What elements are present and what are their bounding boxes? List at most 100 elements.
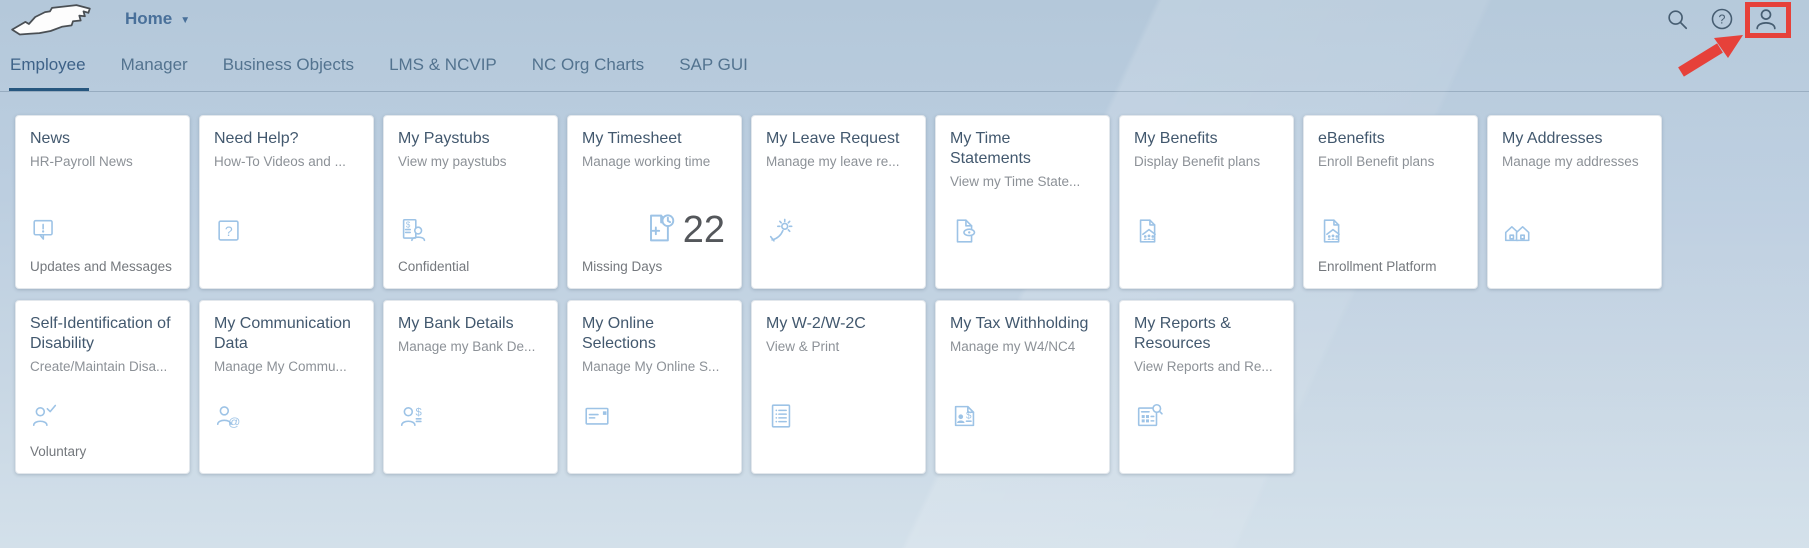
tile-subtitle: Manage My Online S... [582,358,727,376]
tile-body [950,191,1095,258]
tile-subtitle: View & Print [766,338,911,356]
tile-body: $ [398,171,543,258]
tile-row-1: News HR-Payroll News Updates and Message… [15,115,1794,289]
tile-title: My Online Selections [582,314,727,354]
tile-body [766,356,911,443]
tile-my-reports-resources[interactable]: My Reports & Resources View Reports and … [1119,300,1294,474]
tile-subtitle: Display Benefit plans [1134,153,1279,171]
tile-my-bank-details[interactable]: My Bank Details Manage my Bank De... $ [383,300,558,474]
tile-title: My Bank Details [398,314,543,334]
tile-title: My Addresses [1502,129,1647,149]
tile-footer: Updates and Messages [30,258,175,276]
tile-title: My Paystubs [398,129,543,149]
tile-my-online-selections[interactable]: My Online Selections Manage My Online S.… [567,300,742,474]
tile-title: My Tax Withholding [950,314,1095,334]
tile-my-paystubs[interactable]: My Paystubs View my paystubs $ Confident… [383,115,558,289]
benefits-family-icon [1318,216,1348,246]
tile-subtitle: Manage my leave re... [766,153,911,171]
tile-title: My W-2/W-2C [766,314,911,334]
tile-self-identification-of-disability[interactable]: Self-Identification of Disability Create… [15,300,190,474]
tile-body: ? [214,171,359,258]
person-check-icon [30,401,60,431]
tile-footer: Confidential [398,258,543,276]
tile-footer [214,258,359,276]
tile-my-timesheet[interactable]: My Timesheet Manage working time 22 Miss… [567,115,742,289]
nc-state-logo-icon [10,2,94,39]
tile-grid: News HR-Payroll News Updates and Message… [0,92,1809,474]
tile-body [30,376,175,443]
tile-body [1318,171,1463,258]
tile-subtitle: Manage working time [582,153,727,171]
question-square-icon: ? [214,216,244,246]
tab-nc-org-charts[interactable]: NC Org Charts [532,39,644,91]
home-menu-button[interactable]: Home ▼ [125,9,190,29]
envelope-icon [582,401,612,431]
tab-lms-ncvip[interactable]: LMS & NCVIP [389,39,497,91]
tile-footer: Missing Days [582,258,727,276]
tile-subtitle: Create/Maintain Disa... [30,358,175,376]
tile-footer [766,258,911,276]
tile-ebenefits[interactable]: eBenefits Enroll Benefit plans Enrollmen… [1303,115,1478,289]
tile-subtitle: View my paystubs [398,153,543,171]
tab-sap-gui[interactable]: SAP GUI [679,39,748,91]
tile-body [1502,171,1647,258]
tile-title: News [30,129,175,149]
tile-footer [950,258,1095,276]
tile-kpi-value: 22 [683,214,725,246]
chart-search-icon [1134,401,1164,431]
tile-footer [1134,443,1279,461]
tile-title: My Time Statements [950,129,1095,169]
tab-bar: Employee Manager Business Objects LMS & NCV… [0,39,1809,91]
svg-text:@: @ [228,415,240,429]
paystub-person-icon: $ [398,216,428,246]
tile-subtitle: Manage my addresses [1502,153,1647,171]
svg-text:?: ? [225,223,233,239]
tile-footer [1134,258,1279,276]
tile-row-2: Self-Identification of Disability Create… [15,300,1794,474]
annotation-arrow-icon [1668,30,1758,82]
tile-my-leave-request[interactable]: My Leave Request Manage my leave re... [751,115,926,289]
tile-my-addresses[interactable]: My Addresses Manage my addresses [1487,115,1662,289]
tile-my-w-2-w-2c[interactable]: My W-2/W-2C View & Print [751,300,926,474]
tile-title: My Timesheet [582,129,727,149]
tile-footer [214,443,359,461]
tile-footer [582,443,727,461]
person-at-icon: @ [214,401,244,431]
tile-footer: Voluntary [30,443,175,461]
tile-my-communication-data[interactable]: My Communication Data Manage My Commu...… [199,300,374,474]
tile-my-benefits[interactable]: My Benefits Display Benefit plans [1119,115,1294,289]
tab-manager[interactable]: Manager [121,39,188,91]
tile-body [766,171,911,258]
tab-employee[interactable]: Employee [10,39,86,91]
chevron-down-icon: ▼ [180,15,190,26]
tile-subtitle: Enroll Benefit plans [1318,153,1463,171]
header: Home ▼ ? Employee Manager Business Objects… [0,0,1809,92]
tile-my-tax-withholding[interactable]: My Tax Withholding Manage my W4/NC4 $ [935,300,1110,474]
tile-footer: Enrollment Platform [1318,258,1463,276]
tile-footer [1502,258,1647,276]
tile-title: My Leave Request [766,129,911,149]
svg-text:?: ? [1719,12,1726,26]
tile-body [1134,171,1279,258]
home-title-label: Home [125,9,172,29]
alert-bubble-icon [30,216,60,246]
tab-business-objects[interactable]: Business Objects [223,39,354,91]
tile-footer [766,443,911,461]
svg-text:$: $ [406,220,411,229]
svg-text:$: $ [966,410,972,421]
tile-subtitle: View Reports and Re... [1134,358,1279,376]
tile-title: eBenefits [1318,129,1463,149]
svg-text:$: $ [415,407,422,419]
tile-my-time-statements[interactable]: My Time Statements View my Time State... [935,115,1110,289]
addresses-houses-icon [1502,216,1532,246]
document-list-icon [766,401,796,431]
tile-title: My Reports & Resources [1134,314,1279,354]
tile-subtitle: Manage my Bank De... [398,338,543,356]
tile-title: Need Help? [214,129,359,149]
tile-title: Self-Identification of Disability [30,314,175,354]
tile-news[interactable]: News HR-Payroll News Updates and Message… [15,115,190,289]
tile-subtitle: Manage my W4/NC4 [950,338,1095,356]
tile-subtitle: Manage My Commu... [214,358,359,376]
tile-subtitle: HR-Payroll News [30,153,175,171]
tile-need-help[interactable]: Need Help? How-To Videos and ... ? [199,115,374,289]
